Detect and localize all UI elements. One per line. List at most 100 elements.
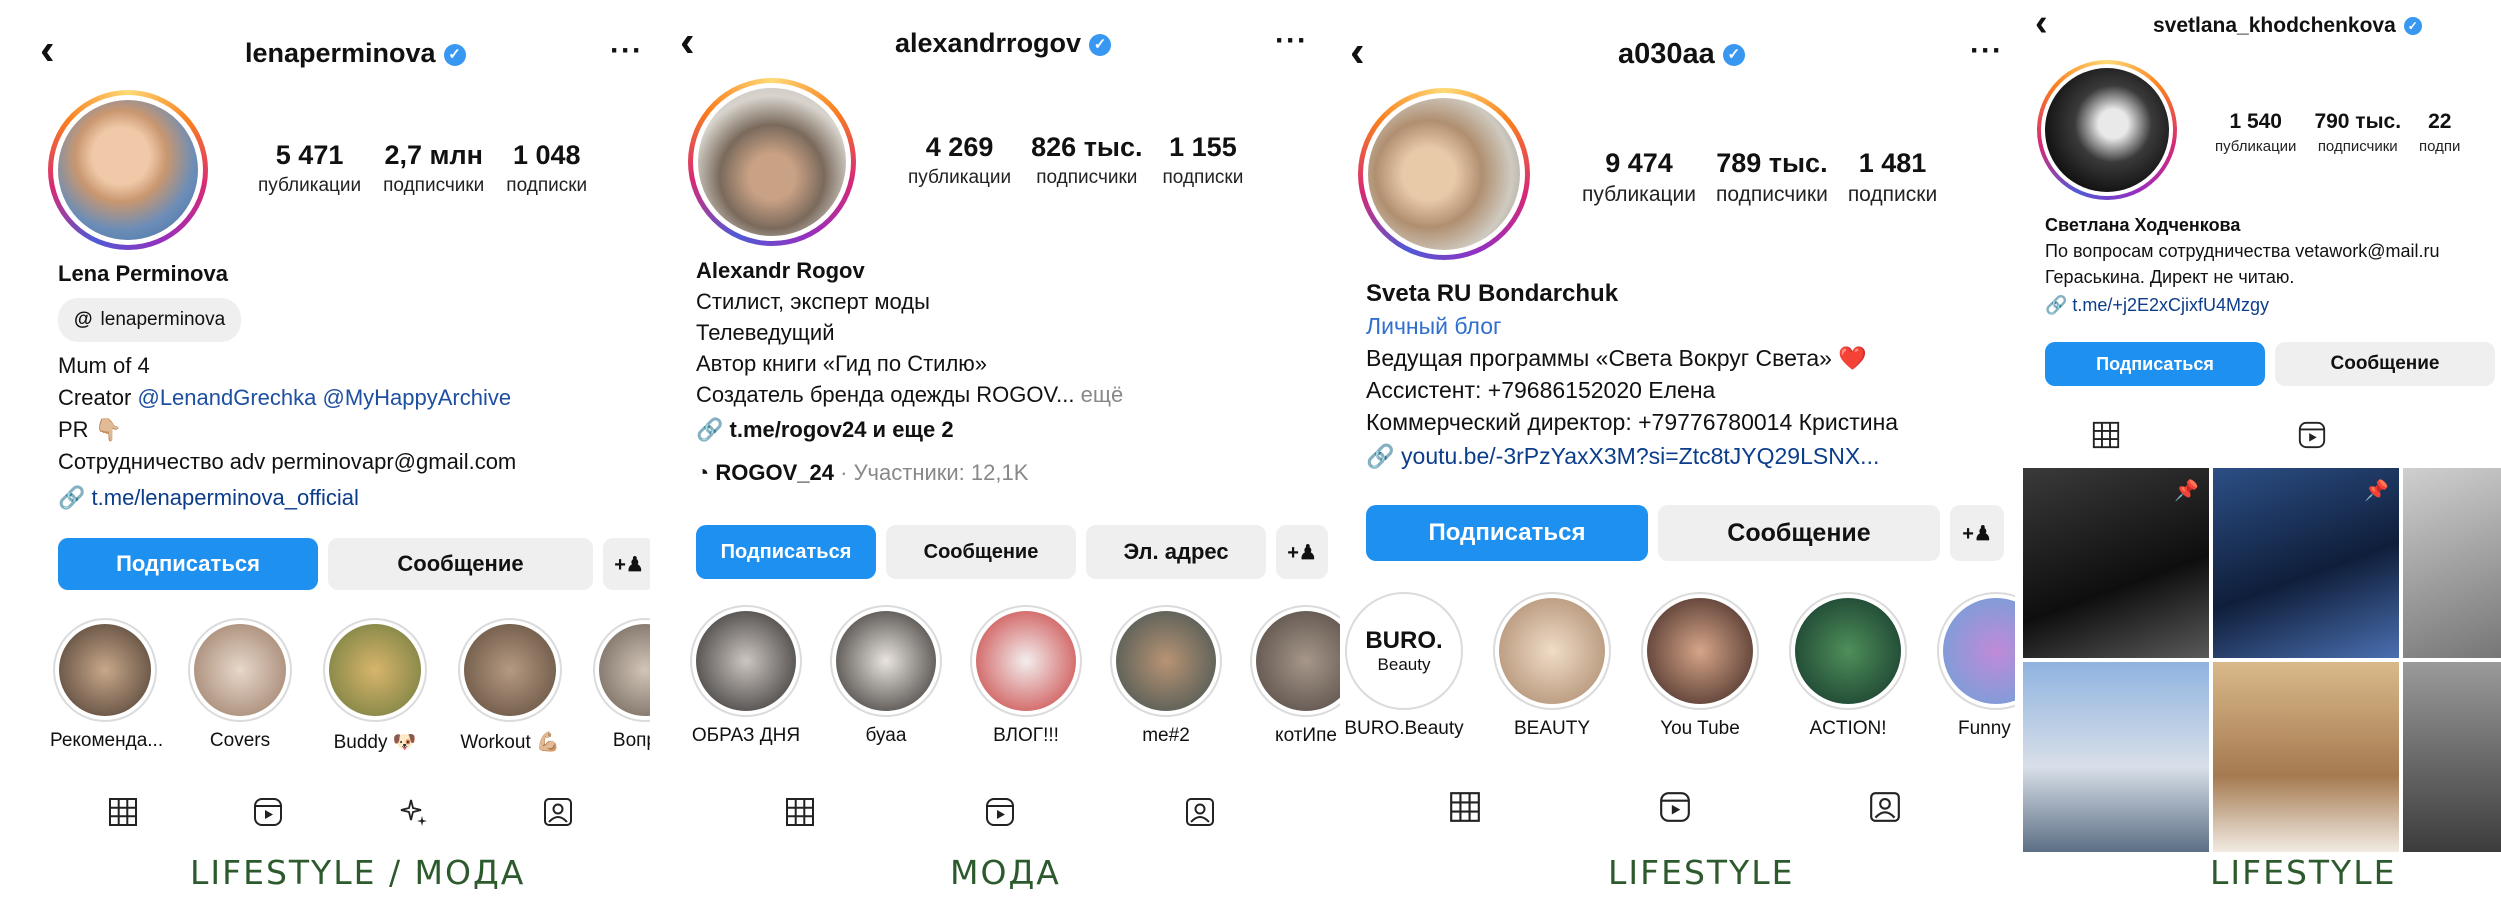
link-text: t.me/rogov24 и еще 2 [729,417,954,442]
back-icon[interactable]: ‹ [1350,30,1365,74]
bio-line: Ассистент: +79686152020 Елена [1366,377,1716,403]
broadcast-channel[interactable]: ◔ ROGOV_24 · Участники: 12,1K [696,457,1336,488]
username: a030aa ✓ [1618,38,1745,71]
reels-icon[interactable] [251,795,285,829]
highlight-item[interactable]: Covers [185,618,295,754]
posts-count[interactable]: 1 540 публикации [2215,110,2296,155]
highlight-item[interactable]: BEAUTY [1488,592,1616,740]
mention-link[interactable]: @LenandGrechka @MyHappyArchive [137,385,511,410]
add-person-icon[interactable]: +♟ [1950,505,2004,561]
stat-label: публикации [2215,138,2297,155]
highlight-item[interactable]: Рекоменда... [50,618,164,754]
grid-icon[interactable] [106,795,140,829]
highlight-item[interactable]: Buddy 🐶 [320,618,430,754]
followers-count[interactable]: 826 тыс. подписчики [1031,132,1142,189]
post-thumbnail[interactable]: 📌 [2213,468,2399,658]
logo-text: BURO. [1365,627,1443,654]
highlight-item[interactable]: ВЛОГ!!! [970,605,1082,747]
grid-icon[interactable] [1448,790,1482,824]
verified-badge-icon: ✓ [1722,44,1745,67]
more-options-icon[interactable]: ··· [1275,24,1308,58]
verified-badge-icon: ✓ [2403,17,2422,36]
add-person-icon[interactable]: +♟ [603,538,650,590]
profile-link[interactable]: 🔗 youtu.be/-3rPzYaxX3M?si=Ztc8tJYQ29LSNX… [1366,440,2011,472]
following-count[interactable]: 1 481 подписки [1848,148,1937,207]
highlight-item[interactable]: Вопрос [590,618,650,754]
more-options-icon[interactable]: ··· [610,34,643,68]
follow-button[interactable]: Подписаться [2045,342,2265,386]
avatar[interactable] [688,78,856,246]
profile-link[interactable]: 🔗 t.me/rogov24 и еще 2 [696,414,1336,445]
post-thumbnail[interactable] [2403,662,2501,852]
grid-icon[interactable] [2089,418,2123,452]
tagged-icon[interactable] [541,795,575,829]
highlight-item[interactable]: ACTION! [1784,592,1912,740]
followers-count[interactable]: 789 тыс. подписчики [1716,148,1828,207]
threads-icon: @ [74,309,93,330]
message-button[interactable]: Сообщение [886,525,1076,579]
post-thumbnail[interactable] [2023,662,2209,852]
message-button[interactable]: Сообщение [1658,505,1940,561]
following-count[interactable]: 1 155 подписки [1163,132,1244,189]
post-thumbnail[interactable] [2213,662,2399,852]
more-options-icon[interactable]: ··· [1970,34,2003,68]
highlight-label: Covers [209,730,271,751]
highlight-item[interactable]: котИпе [1250,605,1340,747]
threads-badge[interactable]: @ lenaperminova [58,298,242,342]
posts-count[interactable]: 9 474 публикации [1582,148,1696,207]
story-highlights: ОБРАЗ ДНЯ буаа ВЛОГ!!! me#2 котИпе [690,605,1340,747]
highlight-item[interactable]: Workout 💪🏼 [455,618,565,754]
back-icon[interactable]: ‹ [2035,4,2048,42]
profile-link[interactable]: 🔗 t.me/+j2E2xCjixfU4Mzgy [2045,292,2501,318]
username: lenaperminova ✓ [245,38,466,69]
reels-icon[interactable] [1658,790,1692,824]
grid-icon[interactable] [783,795,817,829]
reels-icon[interactable] [2295,418,2329,452]
back-icon[interactable]: ‹ [680,20,695,64]
followers-count[interactable]: 2,7 млн подписчики [383,140,484,197]
link-icon: 🔗 [2045,295,2073,315]
sparkles-icon[interactable] [396,795,430,829]
highlight-item[interactable]: me#2 [1110,605,1222,747]
highlight-label: Рекоменда... [50,730,164,751]
back-icon[interactable]: ‹ [40,28,55,72]
buro-logo: BURO. Beauty [1351,598,1457,704]
highlight-item[interactable]: BURO. Beauty BURO.Beauty [1340,592,1468,740]
profile-stats: 9 474 публикации 789 тыс. подписчики 1 481… [1582,148,1937,207]
highlight-item[interactable]: Funny St [1932,592,2015,740]
add-person-icon[interactable]: +♟ [1276,525,1328,579]
posts-count[interactable]: 4 269 публикации [908,132,1011,189]
avatar[interactable] [48,90,208,250]
highlight-item[interactable]: You Tube [1636,592,1764,740]
posts-count[interactable]: 5 471 публикации [258,140,361,197]
following-count[interactable]: 1 048 подписки [506,140,587,197]
avatar[interactable] [1358,88,1530,260]
category-caption: LIFESTYLE [1608,853,1795,892]
post-thumbnail[interactable]: 📌 [2023,468,2209,658]
tagged-icon[interactable] [1183,795,1217,829]
following-count[interactable]: 22 подпи [2419,110,2460,155]
pin-icon: 📌 [2174,480,2199,502]
message-button[interactable]: Сообщение [2275,342,2495,386]
follow-button[interactable]: Подписаться [696,525,876,579]
avatar[interactable] [2037,60,2177,200]
email-button[interactable]: Эл. адрес [1086,525,1266,579]
bio-line: Автор книги «Гид по Стилю» [696,351,988,376]
follow-button[interactable]: Подписаться [58,538,318,590]
followers-count[interactable]: 790 тыс. подписчики [2314,110,2401,155]
profile-link[interactable]: 🔗 t.me/lenaperminova_official [58,482,648,514]
reels-icon[interactable] [983,795,1017,829]
highlight-item[interactable]: ОБРАЗ ДНЯ [690,605,802,747]
highlight-label: BEAUTY [1513,718,1591,739]
post-thumbnail[interactable] [2403,468,2501,658]
stat-label: подписчики [1036,167,1138,188]
follow-button[interactable]: Подписаться [1366,505,1648,561]
highlight-item[interactable]: буаа [830,605,942,747]
verified-badge-icon: ✓ [443,43,466,66]
profile-panel-alexandrrogov: ‹ alexandrrogov ✓ ··· 4 269 публикации 826… [680,0,1340,902]
more-link[interactable]: ещё [1075,382,1124,407]
message-button[interactable]: Сообщение [328,538,593,590]
channel-icon: ◔ [696,460,716,485]
profile-bio: Alexandr Rogov Стилист, эксперт моды Тел… [696,255,1336,488]
tagged-icon[interactable] [1868,790,1902,824]
